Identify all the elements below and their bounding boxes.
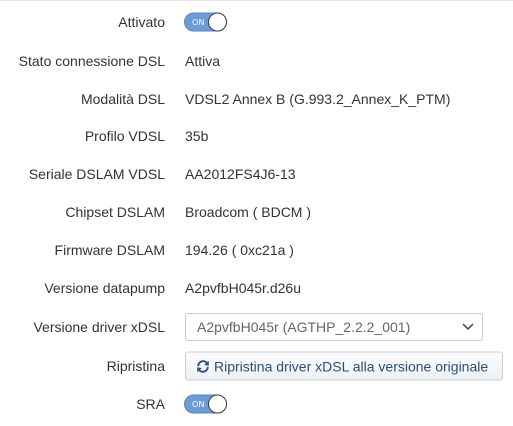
ripristina-label: Ripristina	[106, 358, 165, 374]
attivato-label: Attivato	[118, 14, 165, 30]
datapump-label: Versione datapump	[44, 280, 165, 296]
row-chipset: Chipset DSLAM Broadcom ( BDCM )	[0, 197, 513, 227]
row-modalita: Modalità DSL VDSL2 Annex B (G.993.2_Anne…	[0, 84, 513, 114]
top-divider	[0, 0, 513, 1]
restore-driver-button-label: Ripristina driver xDSL alla versione ori…	[214, 358, 489, 374]
toggle-knob	[208, 12, 227, 32]
chipset-label: Chipset DSLAM	[65, 204, 165, 220]
sra-toggle-text: ON	[192, 399, 205, 409]
row-profilo: Profilo VDSL 35b	[0, 121, 513, 151]
firmware-label: Firmware DSLAM	[54, 242, 165, 258]
refresh-icon	[197, 359, 209, 373]
driver-version-select[interactable]: A2pvfbH045r (AGTHP_2.2.2_001)	[185, 313, 483, 341]
row-stato-connessione: Stato connessione DSL Attiva	[0, 46, 513, 76]
stato-connessione-label: Stato connessione DSL	[18, 53, 165, 69]
driver-version-selected: A2pvfbH045r (AGTHP_2.2.2_001)	[197, 319, 411, 335]
seriale-label: Seriale DSLAM VDSL	[28, 166, 165, 182]
restore-driver-button[interactable]: Ripristina driver xDSL alla versione ori…	[185, 351, 503, 381]
row-attivato: Attivato ON	[0, 7, 513, 37]
sra-toggle[interactable]: ON	[184, 394, 227, 414]
firmware-value: 194.26 ( 0xc21a )	[185, 242, 294, 258]
profilo-label: Profilo VDSL	[84, 128, 165, 144]
row-driver: Versione driver xDSL A2pvfbH045r (AGTHP_…	[0, 312, 513, 342]
chipset-value: Broadcom ( BDCM )	[185, 204, 312, 220]
attivato-toggle[interactable]: ON	[184, 12, 227, 32]
attivato-toggle-text: ON	[192, 17, 205, 27]
datapump-value: A2pvfbH045r.d26u	[185, 280, 301, 296]
seriale-value: AA2012FS4J6-13	[185, 166, 296, 182]
row-firmware: Firmware DSLAM 194.26 ( 0xc21a )	[0, 235, 513, 265]
stato-connessione-value: Attiva	[185, 53, 221, 69]
driver-label: Versione driver xDSL	[33, 319, 165, 335]
sra-label: SRA	[136, 396, 165, 412]
row-datapump: Versione datapump A2pvfbH045r.d26u	[0, 273, 513, 303]
modalita-value: VDSL2 Annex B (G.993.2_Annex_K_PTM)	[185, 91, 451, 107]
modalita-label: Modalità DSL	[80, 91, 165, 107]
row-sra: SRA ON	[0, 389, 513, 419]
chevron-down-icon	[462, 323, 474, 330]
toggle-knob	[208, 394, 227, 414]
row-seriale: Seriale DSLAM VDSL AA2012FS4J6-13	[0, 159, 513, 189]
profilo-value: 35b	[185, 128, 209, 144]
row-ripristina: Ripristina Ripristina driver xDSL alla v…	[0, 351, 513, 381]
